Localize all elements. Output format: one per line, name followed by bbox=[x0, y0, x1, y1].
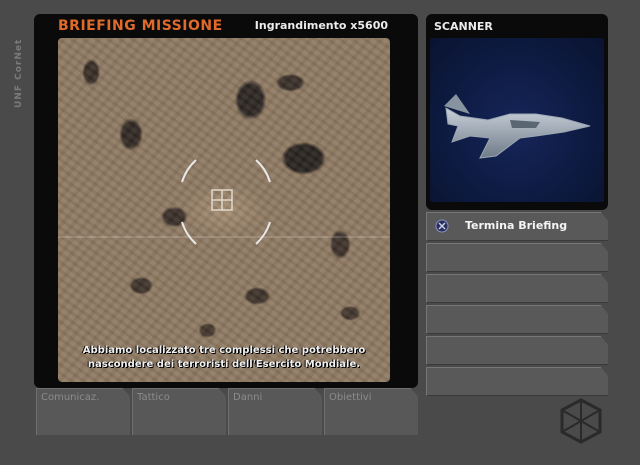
briefing-panel: BRIEFING MISSIONE Ingrandimento x5600 Ab… bbox=[34, 14, 418, 388]
cross-button-icon bbox=[435, 219, 449, 233]
briefing-text-line-2: nascondere dei terroristi dell'Esercito … bbox=[87, 359, 361, 370]
briefing-text: Abbiamo localizzato tre complessi che po… bbox=[58, 344, 390, 372]
termina-briefing-label: Termina Briefing bbox=[465, 219, 568, 232]
zoom-label: Ingrandimento x5600 bbox=[254, 19, 388, 32]
tab-label: Tattico bbox=[137, 392, 170, 403]
briefing-text-line-1: Abbiamo localizzato tre complessi che po… bbox=[82, 345, 366, 356]
tab-obiettivi[interactable]: Obiettivi bbox=[324, 388, 418, 435]
menu-slot-3[interactable] bbox=[426, 274, 608, 303]
scanner-title: SCANNER bbox=[434, 20, 493, 33]
tab-label: Obiettivi bbox=[329, 392, 372, 403]
briefing-title: BRIEFING MISSIONE bbox=[58, 18, 223, 34]
tab-label: Danni bbox=[233, 392, 263, 403]
satellite-map: Abbiamo localizzato tre complessi che po… bbox=[58, 38, 390, 382]
tab-tattico[interactable]: Tattico bbox=[132, 388, 226, 435]
side-logo: UNF CorNet bbox=[14, 38, 24, 108]
tab-comunicazioni[interactable]: Comunicaz. bbox=[36, 388, 130, 435]
menu-slot-5[interactable] bbox=[426, 336, 608, 365]
target-marker-icon bbox=[211, 189, 233, 211]
menu-slot-4[interactable] bbox=[426, 305, 608, 334]
scanner-view bbox=[430, 38, 604, 202]
termina-briefing-button[interactable]: Termina Briefing bbox=[426, 212, 608, 241]
menu-hexagon-icon bbox=[560, 398, 602, 444]
tab-label: Comunicaz. bbox=[41, 392, 100, 403]
scanner-panel: SCANNER bbox=[426, 14, 608, 210]
fighter-jet-icon bbox=[444, 94, 591, 159]
tab-danni[interactable]: Danni bbox=[228, 388, 322, 435]
menu-slot-2[interactable] bbox=[426, 243, 608, 272]
menu-slot-6[interactable] bbox=[426, 367, 608, 396]
